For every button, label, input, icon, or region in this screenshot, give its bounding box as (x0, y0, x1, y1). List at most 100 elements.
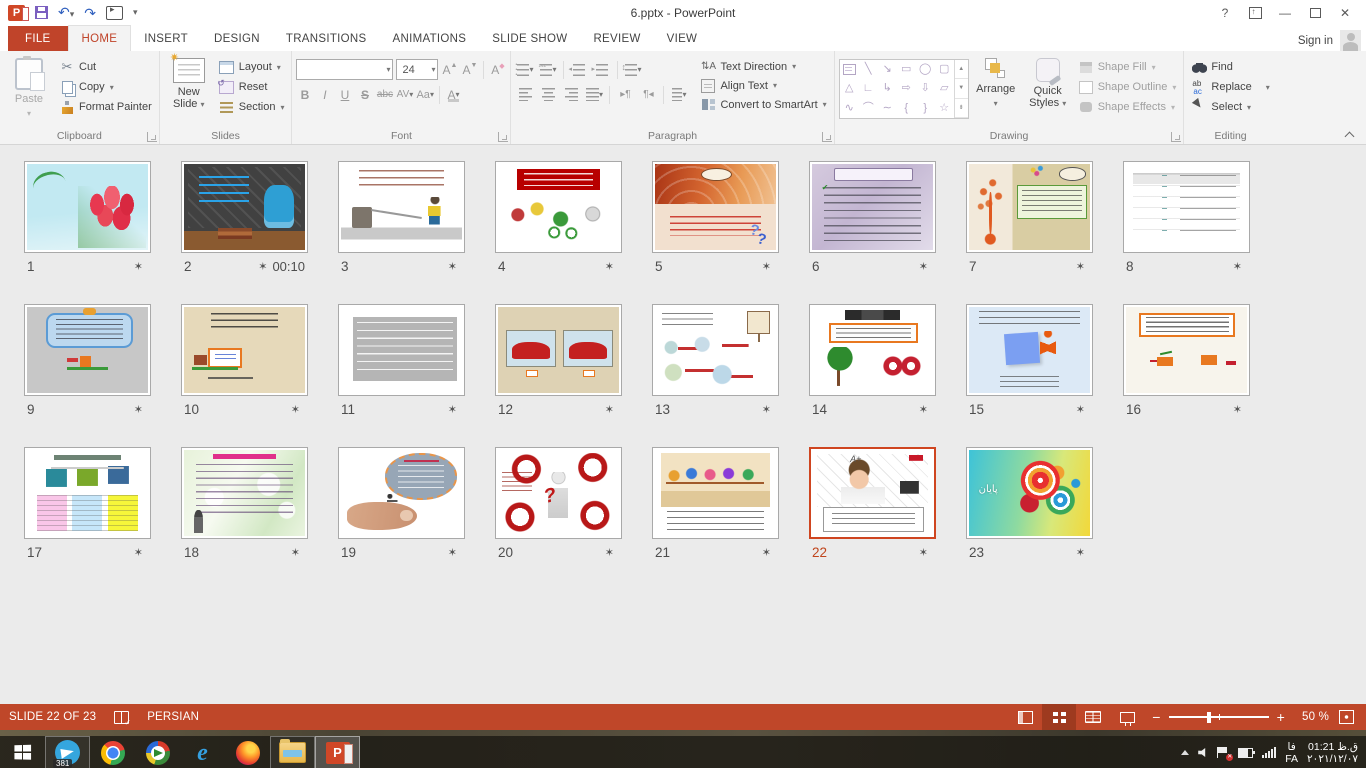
shadow-button[interactable]: S (356, 85, 373, 104)
slide-thumbnail[interactable]: پایان (966, 447, 1093, 539)
italic-button[interactable]: I (316, 85, 333, 104)
align-left-button[interactable] (515, 85, 535, 104)
shapes-scrollbar[interactable]: ▲▼⇟ (954, 60, 968, 118)
elbow-connector-icon[interactable]: ∟ (863, 83, 874, 94)
text-box-shape-icon[interactable] (843, 64, 856, 75)
snip-corner-shape-icon[interactable]: ▱ (940, 83, 948, 94)
minimize-icon[interactable]: — (1270, 2, 1300, 24)
animation-star-icon[interactable]: ✶ (762, 260, 771, 273)
font-dialog-launcher[interactable] (498, 132, 508, 142)
shape-outline-button[interactable]: Shape Outline▾ (1075, 78, 1180, 96)
right-arrow-shape-icon[interactable]: ⇨ (902, 83, 911, 94)
animation-star-icon[interactable]: ✶ (1076, 403, 1085, 416)
slide-thumbnail[interactable] (338, 447, 465, 539)
strikethrough-button[interactable]: abc (376, 85, 393, 104)
tab-review[interactable]: REVIEW (580, 26, 653, 51)
save-icon[interactable] (35, 6, 48, 19)
animation-star-icon[interactable]: ✶ (919, 546, 928, 559)
slide-thumbnail[interactable] (652, 447, 779, 539)
normal-view-button[interactable] (1008, 704, 1042, 730)
grow-font-button[interactable]: A▲ (441, 60, 458, 79)
copy-button[interactable]: Copy▾ (56, 78, 155, 96)
zoom-out-icon[interactable]: − (1152, 712, 1160, 722)
font-size-combo[interactable]: 24▾ (396, 59, 438, 80)
layout-button[interactable]: Layout▾ (216, 58, 288, 76)
collapse-ribbon-icon[interactable] (1346, 130, 1354, 138)
animation-star-icon[interactable]: ✶ (448, 403, 457, 416)
slide-thumbnail[interactable] (338, 304, 465, 396)
elbow-arrow-connector-icon[interactable]: ↳ (883, 83, 892, 94)
arrow-shape-icon[interactable]: ↘ (883, 64, 892, 75)
paragraph-dialog-launcher[interactable] (822, 132, 832, 142)
slide-thumbnail[interactable] (1123, 161, 1250, 253)
action-center-flag-icon[interactable] (1217, 747, 1229, 758)
font-color-button[interactable]: A▾ (445, 85, 462, 104)
avatar[interactable] (1340, 30, 1361, 51)
taskbar-chrome[interactable] (90, 736, 135, 768)
taskbar-explorer[interactable] (270, 736, 315, 768)
underline-button[interactable]: U (336, 85, 353, 104)
animation-star-icon[interactable]: ✶ (605, 260, 614, 273)
slide-thumbnail[interactable] (24, 304, 151, 396)
language-indicator[interactable]: فا FA (1285, 741, 1298, 765)
taskbar-firefox[interactable] (225, 736, 270, 768)
triangle-shape-icon[interactable]: △ (845, 83, 853, 94)
down-arrow-shape-icon[interactable]: ⇩ (921, 83, 930, 94)
font-name-combo[interactable]: ▾ (296, 59, 393, 80)
animation-star-icon[interactable]: ✶ (605, 546, 614, 559)
slide-thumbnail[interactable] (809, 161, 936, 253)
slide-thumbnail[interactable] (652, 304, 779, 396)
line-shape-icon[interactable]: ╲ (865, 64, 872, 75)
scribble-shape-icon[interactable]: ∿ (845, 103, 854, 114)
taskbar-ie[interactable]: e (180, 736, 225, 768)
slide-thumbnail[interactable] (24, 161, 151, 253)
slide-sorter-view-button[interactable] (1042, 704, 1076, 730)
animation-star-icon[interactable]: ✶ (448, 546, 457, 559)
tab-transitions[interactable]: TRANSITIONS (273, 26, 380, 51)
ltr-direction-button[interactable]: ▸¶ (615, 85, 635, 104)
right-brace-shape-icon[interactable]: } (923, 103, 927, 114)
zoom-level[interactable]: 50 % (1293, 711, 1329, 723)
animation-star-icon[interactable]: ✶ (134, 546, 143, 559)
volume-icon[interactable] (1198, 748, 1208, 758)
tab-insert[interactable]: INSERT (131, 26, 201, 51)
network-signal-icon[interactable] (1262, 747, 1276, 758)
replace-button[interactable]: Replace▾ (1188, 78, 1272, 96)
arrange-button[interactable]: Arrange▾ (971, 55, 1021, 113)
slide-thumbnail[interactable] (181, 161, 308, 253)
animation-star-icon[interactable]: ✶ (448, 260, 457, 273)
start-button[interactable] (0, 736, 45, 768)
new-slide-button[interactable]: NewSlide ▾ (164, 55, 214, 114)
sign-in[interactable]: Sign in (1298, 30, 1366, 51)
slide-thumbnail[interactable] (338, 161, 465, 253)
left-brace-shape-icon[interactable]: { (904, 103, 908, 114)
quick-styles-button[interactable]: QuickStyles ▾ (1023, 55, 1073, 113)
slide-thumbnail[interactable] (24, 447, 151, 539)
slide-thumbnail[interactable] (809, 447, 936, 539)
format-painter-button[interactable]: Format Painter (56, 98, 155, 116)
animation-star-icon[interactable]: ✶ (1076, 546, 1085, 559)
spell-check-icon[interactable] (114, 711, 129, 724)
bold-button[interactable]: B (296, 85, 313, 104)
slide-thumbnail[interactable] (966, 161, 1093, 253)
tab-view[interactable]: VIEW (654, 26, 711, 51)
slide-thumbnail[interactable] (809, 304, 936, 396)
align-center-button[interactable] (538, 85, 558, 104)
numbering-button[interactable]: ▾ (538, 60, 558, 79)
shrink-font-button[interactable]: A▼ (461, 60, 478, 79)
bullets-button[interactable]: ▾ (515, 60, 535, 79)
undo-icon[interactable]: ↶▾ (58, 5, 74, 21)
animation-star-icon[interactable]: ✶ (134, 260, 143, 273)
animation-star-icon[interactable]: ✶ (1233, 260, 1242, 273)
align-text-button[interactable]: Align Text▾ (697, 77, 829, 94)
clear-formatting-button[interactable]: A◆ (489, 60, 506, 79)
battery-icon[interactable] (1238, 748, 1253, 758)
zoom-in-icon[interactable]: + (1277, 712, 1285, 722)
character-spacing-button[interactable]: AV▾ (396, 85, 413, 104)
animation-star-icon[interactable]: ✶ (291, 546, 300, 559)
fit-to-window-icon[interactable] (1339, 710, 1354, 724)
slide-thumbnail[interactable] (652, 161, 779, 253)
paste-button[interactable]: Paste ▾ (4, 55, 54, 123)
curve-shape-icon[interactable]: ∼ (883, 103, 892, 114)
columns-button[interactable]: ▾ (669, 85, 689, 104)
